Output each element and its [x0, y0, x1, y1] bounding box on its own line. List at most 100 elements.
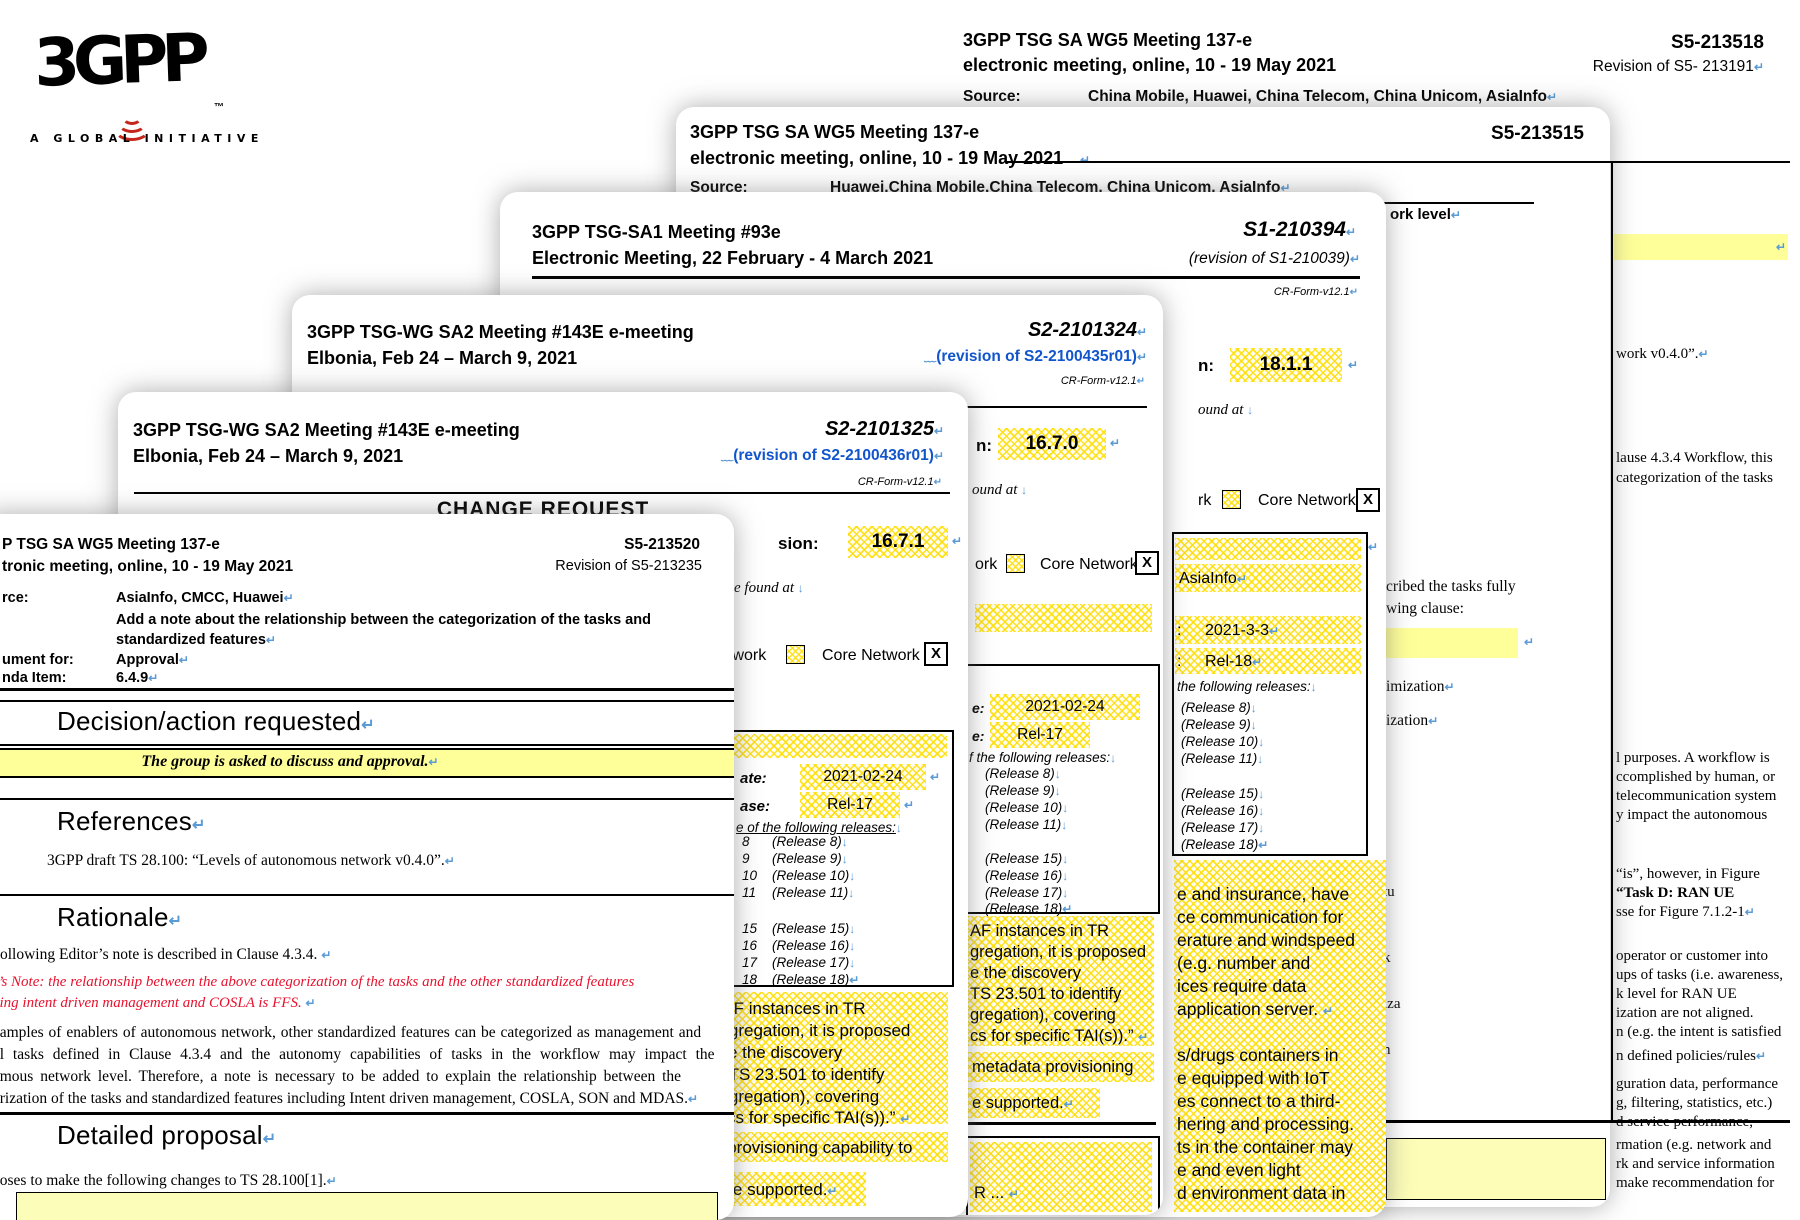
text-fragment: l purposes. A workflow is: [1616, 750, 1770, 767]
logo-tm: ™: [214, 102, 224, 113]
pilcrow-mark-icon: ↵: [934, 449, 944, 463]
para-text: orization of the tasks and standardized …: [0, 1090, 688, 1107]
down-arrow-icon: ↓: [1110, 751, 1116, 765]
body-line: aggregation, it is proposed: [710, 1021, 910, 1041]
date-label-fragment: e:: [972, 700, 984, 716]
divider-line: [532, 276, 1360, 279]
release-text: (Release 16): [772, 938, 849, 953]
note-intro: ollowing Editor’s note is described in C…: [0, 946, 331, 964]
checkbox-core-network[interactable]: X: [924, 642, 948, 666]
down-arrow-icon: ↓: [1251, 701, 1257, 715]
release-item: (Release 16)↓: [985, 868, 1068, 883]
meeting-venue: Elbonia, Feb 24 – March 9, 2021: [133, 446, 403, 467]
release-num: 16: [742, 938, 757, 953]
release-item: (Release 9)↓: [985, 783, 1061, 798]
found-at-fragment: e found at ↓: [734, 580, 804, 597]
down-arrow-icon: ↓: [1251, 718, 1257, 732]
release-item: (Release 10)↓: [772, 868, 855, 883]
section-title-text: References: [57, 806, 192, 836]
checkbox-core-network[interactable]: X: [1135, 551, 1159, 575]
checkbox-core-network[interactable]: X: [1356, 488, 1380, 512]
text-fragment: cribed the tasks fully: [1386, 578, 1516, 596]
rationale-para-line: xamples of enablers of autonomous networ…: [0, 1024, 701, 1042]
highlight-band: [975, 604, 1152, 632]
down-arrow-icon: ↓: [1062, 852, 1068, 866]
text-fragment: guration data, performance: [1616, 1076, 1778, 1093]
body-line: AF instances in TR: [970, 922, 1109, 941]
pilcrow-mark-icon: ↵: [1754, 60, 1764, 74]
down-arrow-icon: ↓: [1062, 886, 1068, 900]
down-arrow-icon: ↓: [1055, 784, 1061, 798]
fragment-text: ound at: [972, 482, 1017, 498]
note-intro-text: ollowing Editor’s note is described in C…: [0, 946, 317, 963]
checkbox-empty[interactable]: [1222, 490, 1241, 509]
source-value: China Mobile, Huawei, China Telecom, Chi…: [1088, 88, 1557, 106]
release-num: 18: [742, 972, 757, 987]
pilcrow-mark-icon: ↵: [849, 973, 859, 987]
cr-release-text: Rel-18: [1205, 653, 1252, 670]
rationale-para-line: omous network level. Therefore, a note i…: [0, 1068, 681, 1086]
body-line: cs for specific TAI(s)).” ↵: [970, 1027, 1148, 1046]
agenda-item-text: 6.4.9: [116, 670, 148, 686]
pilcrow-mark-icon: ↵: [904, 798, 914, 812]
divider-line: [0, 744, 734, 746]
release-label-fragment: e:: [972, 728, 984, 744]
pilcrow-mark-icon: ↵: [1137, 325, 1147, 339]
editors-note-text: ding intent driven management and COSLA …: [0, 995, 302, 1011]
release-item: (Release 9)↓: [1181, 717, 1257, 732]
fragment-text: work v0.4.0”.: [1616, 346, 1699, 362]
down-arrow-icon: ↓: [1258, 787, 1264, 801]
down-arrow-icon: ↓: [1258, 821, 1264, 835]
decision-highlight-bar: The group is asked to discuss and approv…: [0, 748, 734, 778]
pilcrow-mark-icon: ↵: [1252, 655, 1262, 669]
divider-line: [0, 1112, 734, 1115]
fragment-text: sse for Figure 7.1.2-1: [1616, 904, 1745, 920]
pilcrow-mark-icon: ↵: [361, 717, 375, 734]
release-text: (Release 11): [985, 817, 1061, 832]
pilcrow-mark-icon: ↵: [827, 1184, 837, 1198]
cr-date-text: 2021-3-3: [1205, 622, 1269, 639]
releases-intro-text: f the following releases:: [969, 750, 1110, 765]
body-line: gregation, it is proposed: [970, 943, 1146, 962]
body-line: s provisioning capability to: [714, 1138, 912, 1158]
fragment-text: ork level: [1390, 206, 1451, 223]
text-fragment: “is”, however, in Figure: [1616, 866, 1760, 883]
release-label: ase:: [740, 798, 770, 815]
date-label: ate:: [740, 770, 767, 787]
release-item: (Release 17)↓: [985, 885, 1068, 900]
divider-line: [134, 492, 950, 494]
section-title-text: Detailed proposal: [57, 1120, 263, 1150]
text-fragment: n (e.g. the intent is satisfied: [1616, 1024, 1781, 1041]
pilcrow-mark-icon: ↵: [1110, 436, 1120, 450]
doc-number: S5-213518: [1671, 32, 1764, 54]
release-text: (Release 15): [1181, 786, 1258, 801]
pilcrow-mark-icon: ↵: [1547, 90, 1557, 104]
logo-3gpp-icon: 3GPP: [33, 19, 204, 102]
doc-revision: ﹏(revision of S2-2100435r01)↵: [924, 348, 1147, 366]
meeting-title: 3GPP TSG-WG SA2 Meeting #143E e-meeting: [307, 322, 694, 343]
cr-source-value: AsiaInfo↵: [1179, 570, 1247, 588]
body-line: erature and windspeed: [1177, 930, 1355, 951]
down-arrow-icon: ↓: [849, 939, 855, 953]
doc-number-text: S1-210394: [1243, 218, 1346, 241]
table-border-bottom: [1386, 1120, 1790, 1123]
decision-text: The group is asked to discuss and approv…: [141, 753, 578, 770]
body-line: es connect to a third-: [1177, 1091, 1340, 1112]
pilcrow-mark-icon: ↵: [1776, 240, 1786, 254]
checkbox-empty[interactable]: [1006, 554, 1025, 573]
meeting-venue: Electronic Meeting, 22 February - 4 Marc…: [532, 248, 933, 269]
pilcrow-mark-icon: ↵: [1350, 287, 1358, 298]
cr-date-value: 2021-3-3↵: [1205, 622, 1279, 640]
checkbox-empty[interactable]: [786, 645, 805, 664]
text-fragment: d service performance,: [1616, 1114, 1753, 1131]
text-fragment: work v0.4.0”.↵: [1616, 346, 1709, 363]
version-label-fragment: n:: [1198, 356, 1214, 376]
document-card-s5-213520[interactable]: P TSG SA WG5 Meeting 137-e tronic meetin…: [0, 514, 734, 1220]
text-fragment: lause 4.3.4 Workflow, this: [1616, 450, 1773, 467]
divider-line: [1005, 161, 1790, 163]
release-item: (Release 18)↵: [772, 972, 859, 987]
doc-revision: Revision of S5- 213191↵: [1593, 58, 1764, 76]
releases-intro: the following releases:↓: [1177, 679, 1317, 694]
pilcrow-mark-icon: ↵: [1064, 1097, 1074, 1111]
affects-fragment: rk: [1198, 492, 1211, 510]
